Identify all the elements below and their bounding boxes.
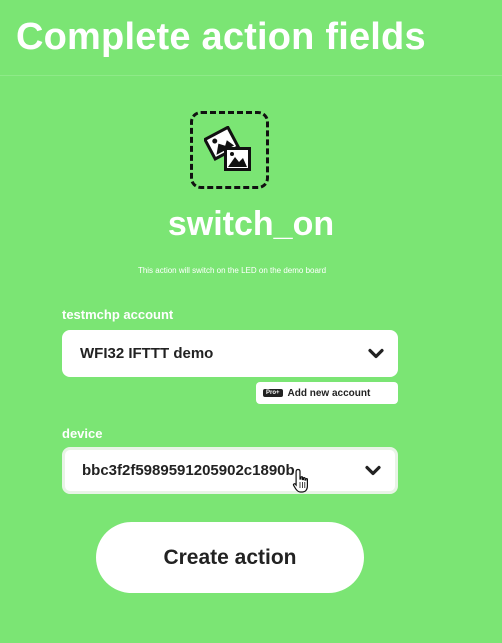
device-select-value: bbc3f2f5989591205902c1890b [82, 462, 295, 479]
create-action-button[interactable]: Create action [96, 522, 364, 593]
chevron-down-icon [365, 465, 381, 475]
device-field-label: device [62, 426, 103, 441]
add-new-account-label: Add new account [287, 387, 371, 399]
device-select[interactable]: bbc3f2f5989591205902c1890b [62, 447, 398, 494]
page-title: Complete action fields [16, 16, 426, 58]
action-description: This action will switch on the LED on th… [137, 266, 327, 275]
action-icon-frame [190, 111, 269, 189]
pro-plus-badge: Pro+ [263, 389, 283, 397]
account-field-label: testmchp account [62, 307, 174, 322]
account-select[interactable]: WFI32 IFTTT demo [62, 330, 398, 377]
add-new-account-button[interactable]: Pro+ Add new account [256, 382, 398, 404]
action-name: switch_on [167, 205, 335, 243]
page-header: Complete action fields [0, 0, 502, 76]
account-select-value: WFI32 IFTTT demo [80, 345, 214, 362]
photo-gallery-icon [204, 126, 251, 171]
hand-pointer-cursor-icon [292, 468, 308, 493]
chevron-down-icon [368, 348, 384, 358]
